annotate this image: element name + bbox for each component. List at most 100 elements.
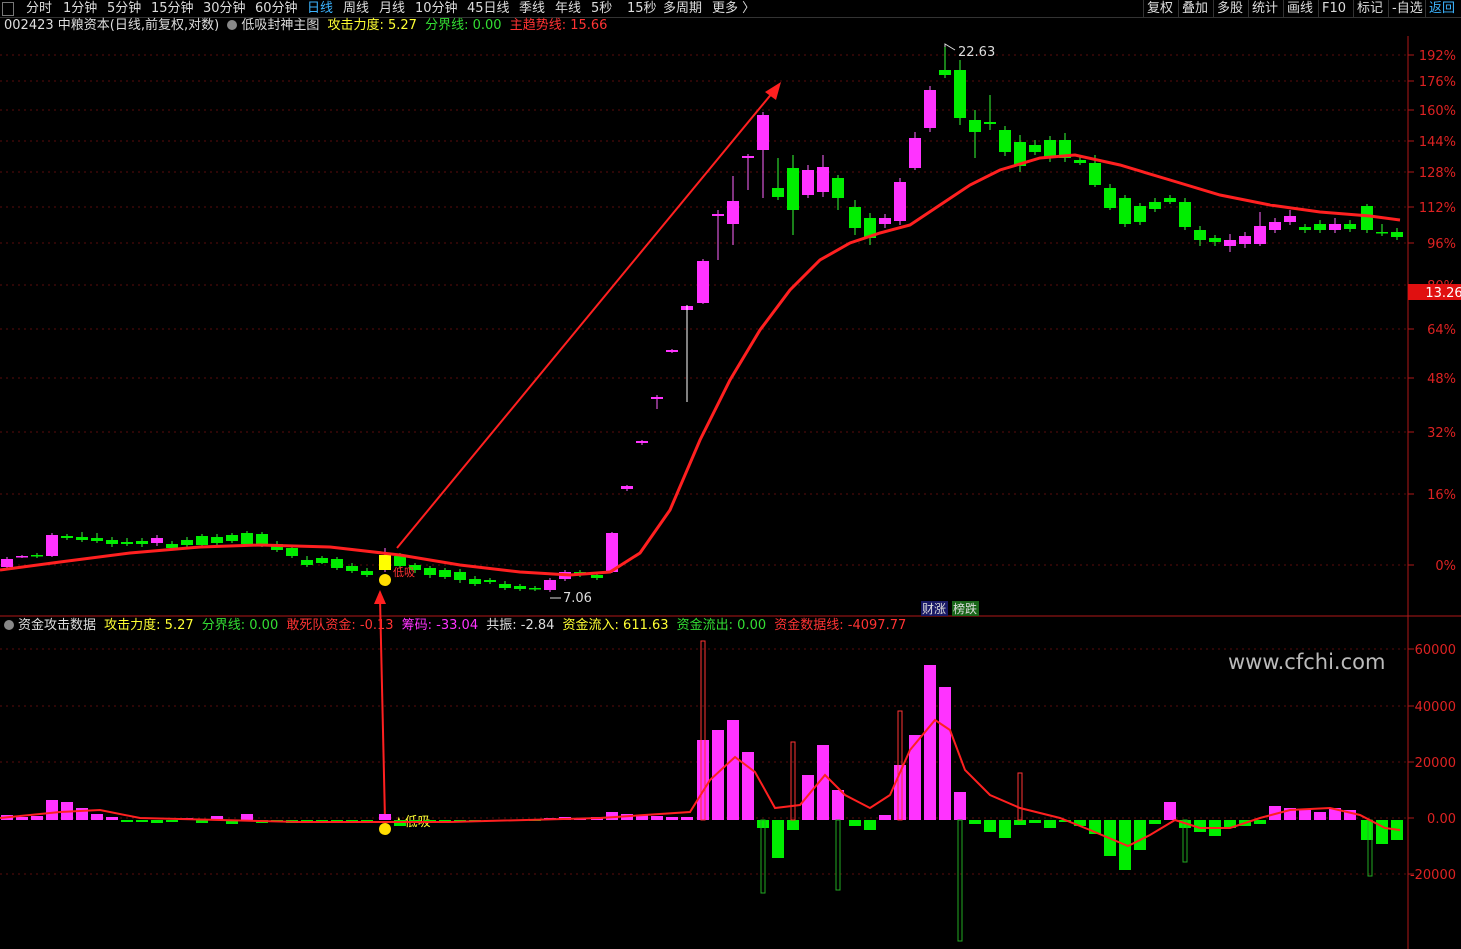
sub-bar-75 <box>1134 820 1146 850</box>
sub-bar-22 <box>331 820 343 821</box>
candle-body-41 <box>621 486 633 489</box>
candle-body-22 <box>331 559 343 568</box>
high-label: 22.63 <box>958 45 995 60</box>
candle-body-24 <box>361 571 373 575</box>
candle-body-40 <box>606 533 618 572</box>
sub-bar-67 <box>1014 820 1026 825</box>
candle-body-3 <box>46 535 58 556</box>
candle-body-16 <box>241 533 253 544</box>
candle-body-75 <box>1134 206 1146 222</box>
sub-bar-63 <box>954 792 966 820</box>
candle-body-7 <box>106 540 118 544</box>
candle-body-84 <box>1269 222 1281 230</box>
candle-body-4 <box>61 536 73 538</box>
high-marker <box>944 43 956 51</box>
candle-body-32 <box>484 580 496 582</box>
candle-body-86 <box>1299 227 1311 230</box>
sub-bar-66 <box>999 820 1011 838</box>
candle-body-50 <box>757 115 769 150</box>
candle-body-8 <box>121 542 133 544</box>
price-axis-label-1: 176% <box>1419 75 1456 90</box>
candle-body-39 <box>591 575 603 578</box>
sub-bar-83 <box>1254 820 1266 824</box>
sub-bar-46 <box>697 740 709 820</box>
price-axis-label-0: 192% <box>1419 49 1456 64</box>
candle-body-65 <box>984 122 996 124</box>
candle-body-61 <box>924 90 936 128</box>
signal-arrow-line <box>379 597 386 821</box>
sub-bar-16 <box>241 814 253 820</box>
candle-body-26 <box>394 556 406 566</box>
badge-fall: 榜跌 <box>953 601 977 616</box>
candle-body-31 <box>469 579 481 584</box>
candle-body-35 <box>529 588 541 590</box>
price-axis-label-6: 96% <box>1427 237 1456 252</box>
candle-body-68 <box>1029 145 1041 152</box>
sub-bar-86 <box>1299 810 1311 820</box>
candle-body-13 <box>196 536 208 545</box>
watermark: www.cfchi.com <box>1228 650 1385 674</box>
sub-bar-25 <box>379 814 391 820</box>
candle-body-19 <box>286 548 298 556</box>
candle-body-43 <box>651 397 663 399</box>
candle-body-72 <box>1089 163 1101 185</box>
candle-body-58 <box>879 218 891 224</box>
sub-axis-label-2: 20000 <box>1415 756 1456 771</box>
candle-body-42 <box>636 441 648 443</box>
candle-body-62 <box>939 70 951 75</box>
price-axis-label-12: 0% <box>1435 559 1456 574</box>
sub-bar-57 <box>864 820 876 830</box>
sub-axis-label-1: 40000 <box>1415 700 1456 715</box>
candle-body-64 <box>969 120 981 132</box>
sub-bar-48 <box>727 720 739 820</box>
candle-body-9 <box>136 541 148 544</box>
price-axis-label-4: 128% <box>1419 166 1456 181</box>
candle-body-77 <box>1164 198 1176 202</box>
sub-spike-1 <box>790 741 796 821</box>
candle-body-92 <box>1391 232 1403 237</box>
sub-bar-45 <box>681 817 693 820</box>
candle-body-17 <box>256 534 268 545</box>
price-axis-label-8: 64% <box>1427 323 1456 338</box>
candle-body-48 <box>727 201 739 224</box>
candle-body-87 <box>1314 224 1326 230</box>
candle-body-63 <box>954 70 966 118</box>
badge-rise: 财涨 <box>922 601 946 616</box>
candle-body-76 <box>1149 202 1161 209</box>
candle-body-55 <box>832 178 844 198</box>
candle-body-91 <box>1376 232 1388 234</box>
candle-body-66 <box>999 130 1011 152</box>
sub-spike-3 <box>957 819 963 942</box>
candle-body-47 <box>712 214 724 216</box>
sub-spike-5 <box>835 819 841 891</box>
sub-spike-4 <box>760 819 766 894</box>
candle-body-29 <box>439 570 451 577</box>
sub-axis-label-4: -20000 <box>1410 868 1456 883</box>
sub-bar-58 <box>879 815 891 820</box>
candle-body-23 <box>346 566 358 571</box>
candle-body-73 <box>1104 188 1116 208</box>
sub-bar-64 <box>969 820 981 824</box>
candle-body-54 <box>817 167 829 192</box>
kline-chart[interactable]: 192%176%160%144%128%112%96%80%64%48%32%1… <box>0 0 1461 949</box>
candle-body-51 <box>772 188 784 197</box>
sub-bar-6 <box>91 814 103 820</box>
candle-body-30 <box>454 572 466 580</box>
current-price-label: 13.26 <box>1425 286 1461 301</box>
candle-body-1 <box>16 556 28 558</box>
candle-body-85 <box>1284 216 1296 222</box>
candle-body-12 <box>181 540 193 545</box>
sub-bar-65 <box>984 820 996 832</box>
candle-body-49 <box>742 156 754 158</box>
sub-bar-47 <box>712 730 724 820</box>
candle-body-15 <box>226 535 238 541</box>
candle-body-89 <box>1344 224 1356 229</box>
candle-body-2 <box>31 555 43 557</box>
candle-body-53 <box>802 170 814 195</box>
candle-body-81 <box>1224 240 1236 246</box>
sub-bar-9 <box>136 820 148 822</box>
sub-bar-1 <box>16 817 28 820</box>
candle-body-44 <box>666 350 678 352</box>
candle-body-36 <box>544 580 556 590</box>
sub-bar-62 <box>939 687 951 820</box>
